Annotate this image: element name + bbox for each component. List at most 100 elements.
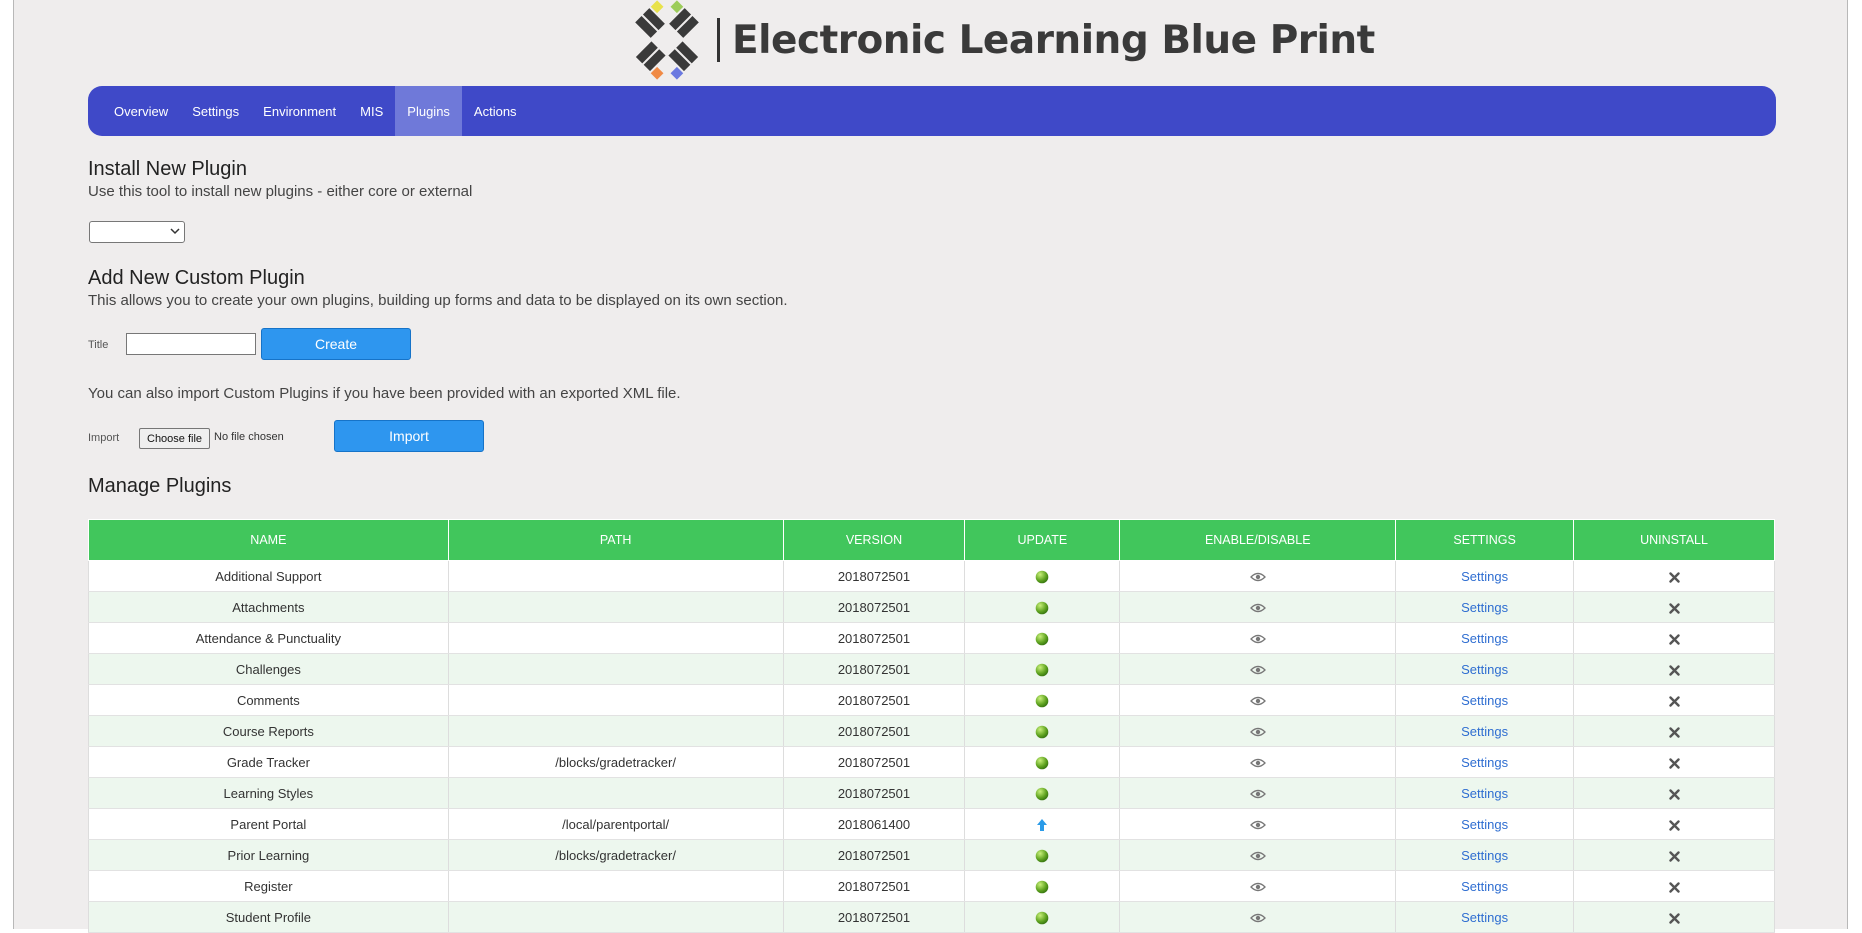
plugin-enable-toggle[interactable] — [1119, 622, 1397, 654]
plugin-name: Challenges — [88, 653, 449, 685]
plugin-version: 2018072501 — [782, 746, 966, 778]
table-row: Prior Learning/blocks/gradetracker/20180… — [88, 839, 1775, 871]
plugin-update-cell — [964, 591, 1121, 623]
plugin-enable-toggle[interactable] — [1119, 901, 1397, 933]
plugin-uninstall-button[interactable] — [1573, 746, 1775, 778]
plugin-version: 2018072501 — [782, 684, 966, 716]
nav-item-environment[interactable]: Environment — [251, 86, 348, 136]
plugin-version: 2018072501 — [782, 591, 966, 623]
plugin-settings-cell: Settings — [1395, 560, 1575, 592]
plugin-uninstall-button[interactable] — [1573, 715, 1775, 747]
plugin-name: Course Reports — [88, 715, 449, 747]
plugin-enable-toggle[interactable] — [1119, 777, 1397, 809]
plugin-enable-toggle[interactable] — [1119, 653, 1397, 685]
plugin-name: Comments — [88, 684, 449, 716]
plugin-version: 2018072501 — [782, 901, 966, 933]
table-row: Attachments 2018072501 Settings — [88, 591, 1775, 623]
plugin-version: 2018061400 — [782, 808, 966, 840]
plugin-uninstall-button[interactable] — [1573, 901, 1775, 933]
plugin-uninstall-button[interactable] — [1573, 808, 1775, 840]
plugin-update-cell — [964, 622, 1121, 654]
plugin-uninstall-button[interactable] — [1573, 560, 1775, 592]
table-row: Challenges 2018072501 Settings — [88, 653, 1775, 685]
plugin-name: Parent Portal — [88, 808, 449, 840]
plugin-enable-toggle[interactable] — [1119, 746, 1397, 778]
plugin-update-cell — [964, 653, 1121, 685]
eye-icon — [1249, 851, 1266, 861]
nav-item-settings[interactable]: Settings — [180, 86, 251, 136]
plugin-settings-cell: Settings — [1395, 715, 1575, 747]
plugin-settings-cell: Settings — [1395, 839, 1575, 871]
nav-item-mis[interactable]: MIS — [348, 86, 395, 136]
plugin-uninstall-button[interactable] — [1573, 591, 1775, 623]
eye-icon — [1249, 572, 1266, 582]
plugin-settings-cell: Settings — [1395, 622, 1575, 654]
plugin-uninstall-button[interactable] — [1573, 870, 1775, 902]
table-row: Student Profile 2018072501 Settings — [88, 901, 1775, 933]
plugin-settings-cell: Settings — [1395, 653, 1575, 685]
eye-icon — [1249, 696, 1266, 706]
custom-plugin-title-input[interactable] — [126, 333, 256, 355]
file-status: No file chosen — [214, 431, 284, 443]
plugin-update-cell[interactable] — [964, 808, 1121, 840]
plugin-settings-link[interactable]: Settings — [1461, 879, 1508, 894]
plugin-settings-link[interactable]: Settings — [1461, 693, 1508, 708]
plugin-settings-link[interactable]: Settings — [1461, 631, 1508, 646]
plugin-path — [447, 715, 784, 747]
green-globe-icon — [1036, 601, 1049, 615]
plugin-name: Student Profile — [88, 901, 449, 933]
eye-icon — [1249, 913, 1266, 923]
nav-item-overview[interactable]: Overview — [102, 86, 180, 136]
plugin-enable-toggle[interactable] — [1119, 839, 1397, 871]
import-label: Import — [88, 432, 120, 444]
column-header-enable-disable: ENABLE/DISABLE — [1119, 519, 1397, 561]
plugin-path: /blocks/gradetracker/ — [447, 746, 784, 778]
plugin-update-cell — [964, 746, 1121, 778]
nav-item-actions[interactable]: Actions — [462, 86, 529, 136]
plugin-uninstall-button[interactable] — [1573, 622, 1775, 654]
create-button[interactable]: Create — [261, 328, 411, 360]
plugin-version: 2018072501 — [782, 653, 966, 685]
plugin-path — [447, 684, 784, 716]
plugin-uninstall-button[interactable] — [1573, 777, 1775, 809]
green-globe-icon — [1036, 694, 1049, 708]
plugin-version: 2018072501 — [782, 839, 966, 871]
plugin-enable-toggle[interactable] — [1119, 870, 1397, 902]
install-plugin-select[interactable] — [89, 221, 185, 243]
plugin-settings-link[interactable]: Settings — [1461, 848, 1508, 863]
manage-plugins-title: Manage Plugins — [88, 475, 232, 497]
plugin-enable-toggle[interactable] — [1119, 808, 1397, 840]
plugin-path — [447, 870, 784, 902]
plugin-enable-toggle[interactable] — [1119, 560, 1397, 592]
plugin-settings-link[interactable]: Settings — [1461, 600, 1508, 615]
import-button[interactable]: Import — [334, 420, 484, 452]
plugin-version: 2018072501 — [782, 622, 966, 654]
x-icon — [1668, 912, 1680, 924]
plugin-enable-toggle[interactable] — [1119, 591, 1397, 623]
plugin-settings-link[interactable]: Settings — [1461, 662, 1508, 677]
plugin-settings-link[interactable]: Settings — [1461, 569, 1508, 584]
plugin-settings-link[interactable]: Settings — [1461, 755, 1508, 770]
table-row: Parent Portal/local/parentportal/2018061… — [88, 808, 1775, 840]
main-nav: Overview Settings Environment MIS Plugin… — [88, 86, 1776, 136]
plugin-settings-link[interactable]: Settings — [1461, 817, 1508, 832]
nav-item-plugins[interactable]: Plugins — [395, 86, 462, 136]
green-globe-icon — [1036, 849, 1049, 863]
eye-icon — [1249, 882, 1266, 892]
plugin-settings-cell: Settings — [1395, 591, 1575, 623]
plugin-path — [447, 653, 784, 685]
plugin-uninstall-button[interactable] — [1573, 653, 1775, 685]
plugin-settings-link[interactable]: Settings — [1461, 786, 1508, 801]
plugin-enable-toggle[interactable] — [1119, 684, 1397, 716]
choose-file-button[interactable]: Choose file — [139, 428, 211, 449]
plugin-update-cell — [964, 684, 1121, 716]
plugin-enable-toggle[interactable] — [1119, 715, 1397, 747]
plugin-settings-link[interactable]: Settings — [1461, 724, 1508, 739]
plugin-path — [447, 901, 784, 933]
plugin-uninstall-button[interactable] — [1573, 839, 1775, 871]
plugin-uninstall-button[interactable] — [1573, 684, 1775, 716]
x-icon — [1668, 788, 1680, 800]
plugin-path: /blocks/gradetracker/ — [447, 839, 784, 871]
plugin-settings-link[interactable]: Settings — [1461, 910, 1508, 925]
plugin-settings-cell: Settings — [1395, 746, 1575, 778]
